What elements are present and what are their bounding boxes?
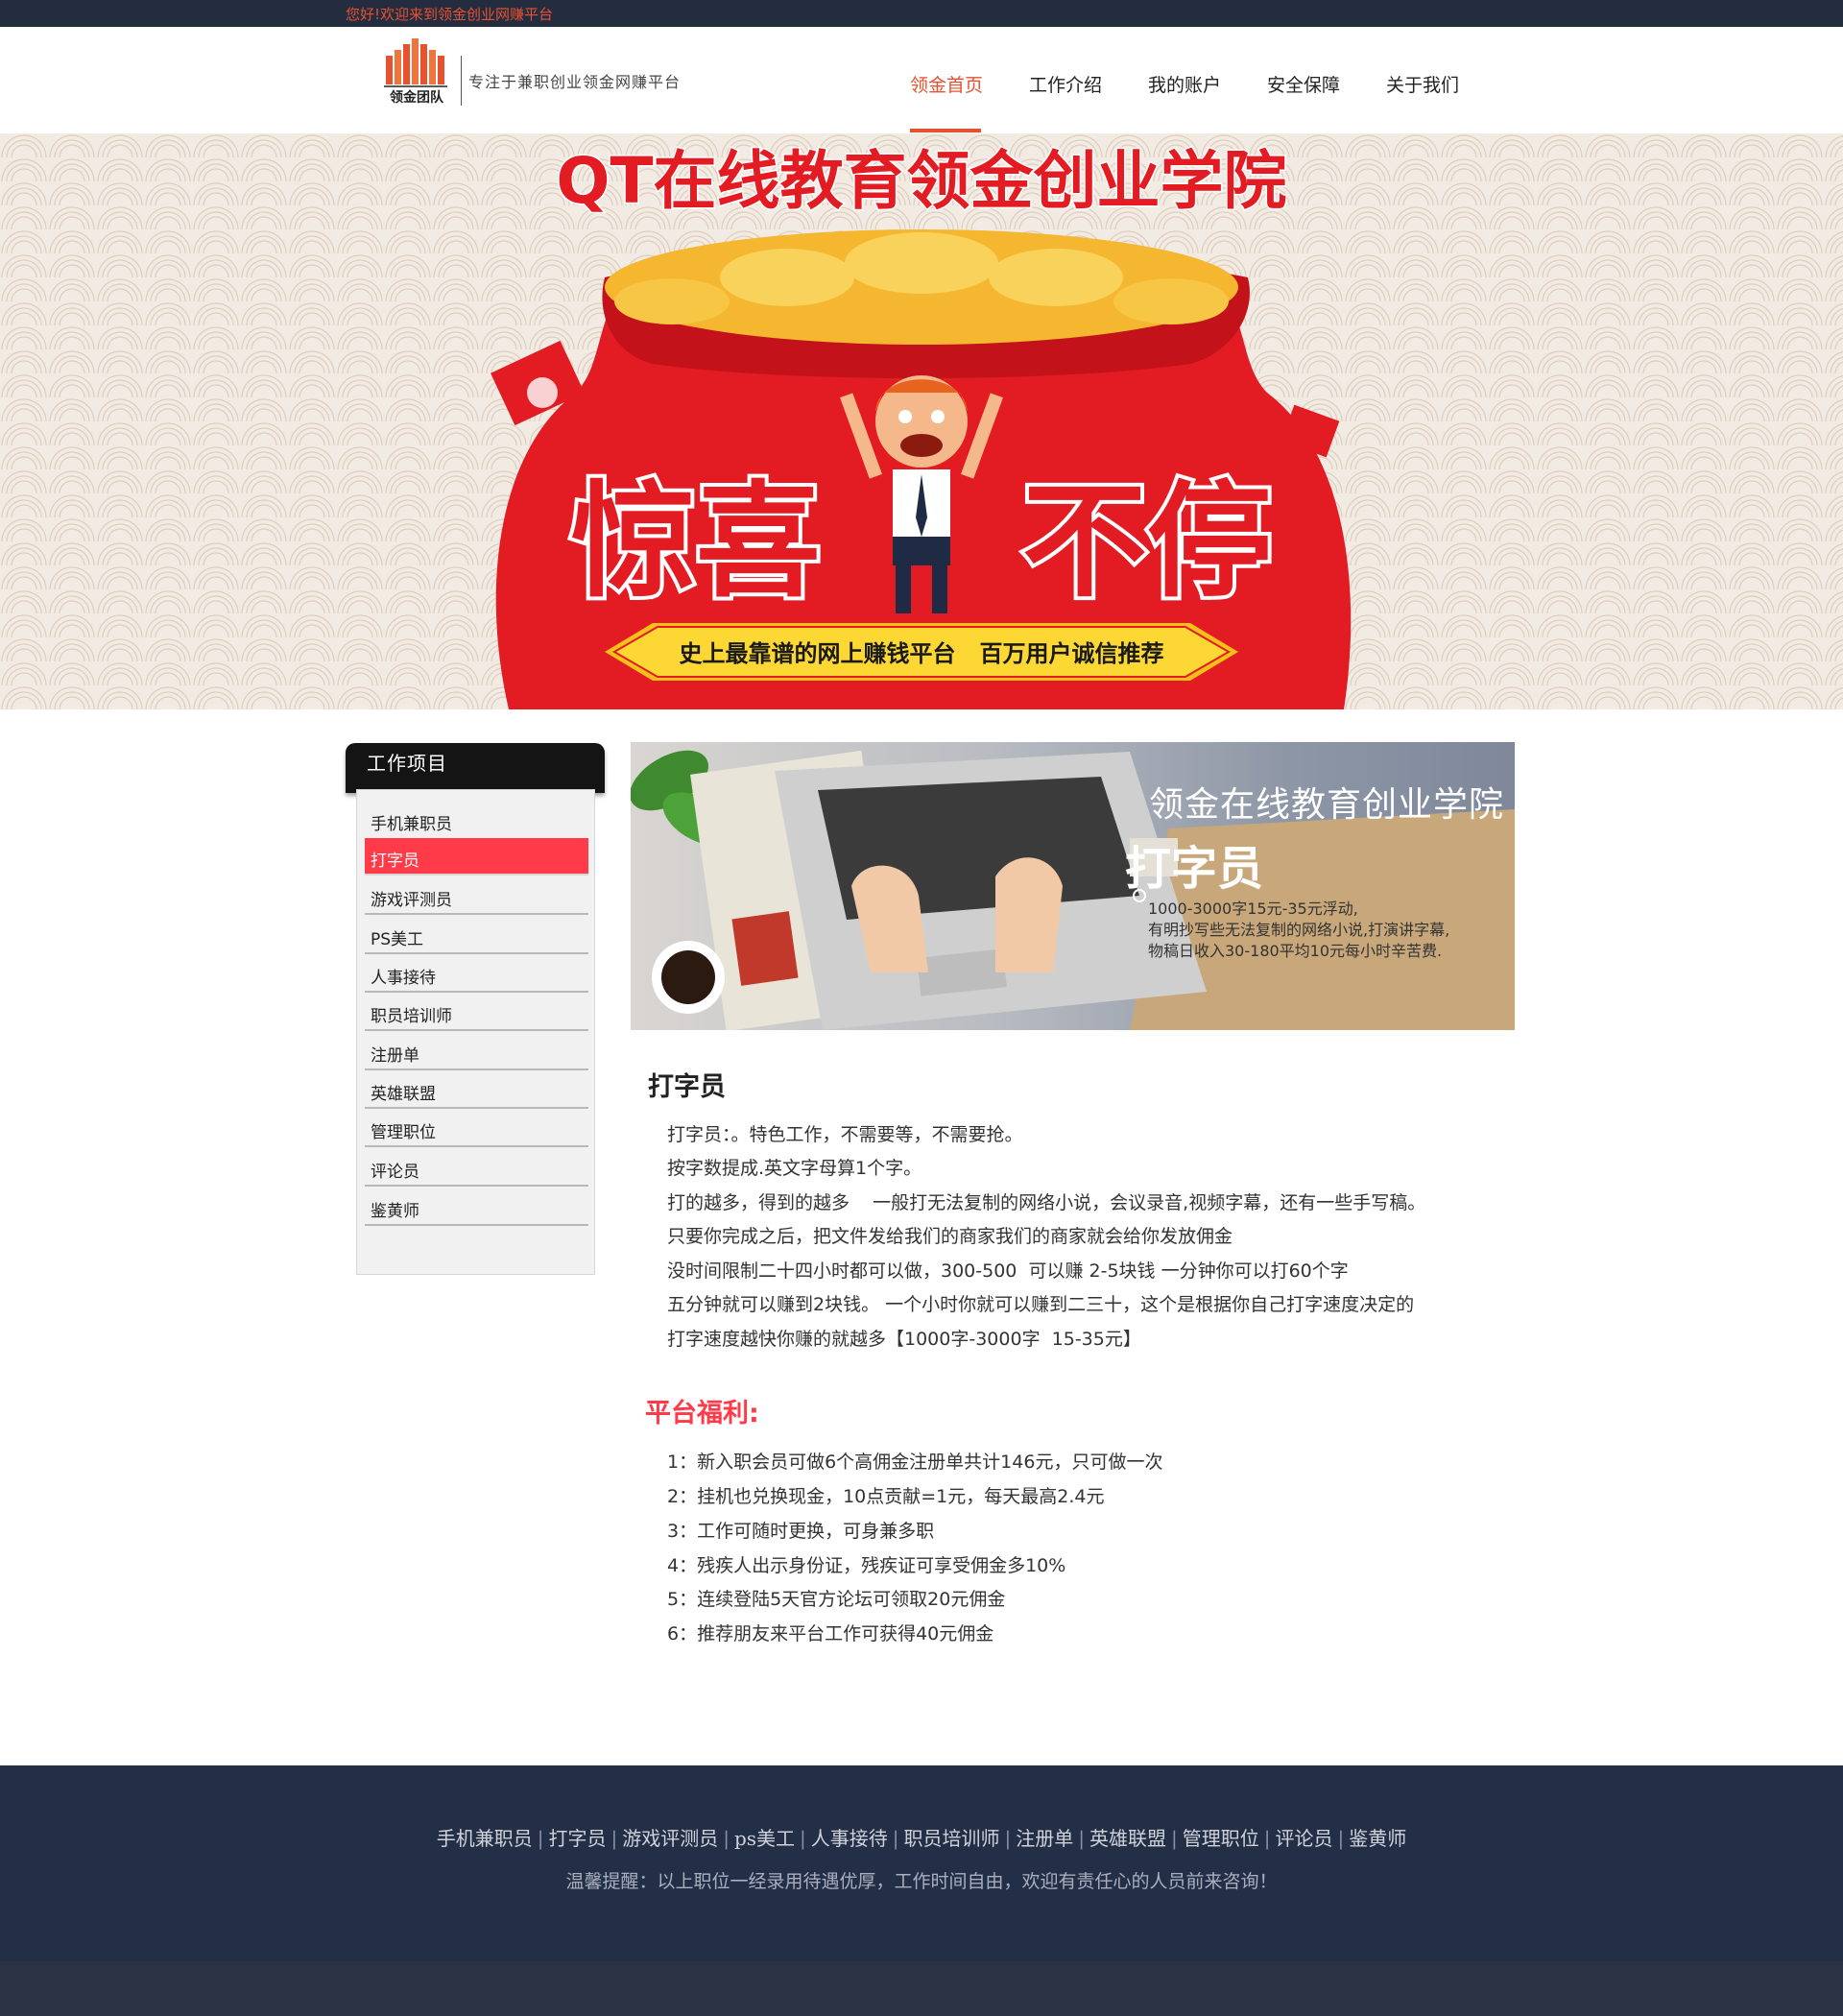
footer-separator: | [1004, 1827, 1012, 1850]
content-title: 打字员 [648, 1072, 726, 1102]
footer-separator: | [1078, 1827, 1086, 1850]
content-paragraph: 打的越多，得到的越多 一般打无法复制的网络小说，会议录音,视频字幕，还有一些手写… [667, 1192, 1426, 1213]
footer-separator: | [892, 1827, 899, 1850]
footer-link[interactable]: 英雄联盟 [1089, 1827, 1166, 1850]
sidebar-item-mobile-parttime[interactable]: 手机兼职员 [365, 800, 588, 837]
footer-bottom-bar [0, 1961, 1843, 2016]
footer-link[interactable]: 评论员 [1276, 1827, 1333, 1850]
footer-link[interactable]: 手机兼职员 [437, 1827, 533, 1850]
sidebar-title: 工作项目 [367, 752, 447, 775]
sidebar-item-commenter[interactable]: 评论员 [365, 1149, 588, 1187]
footer-link[interactable]: 打字员 [548, 1827, 606, 1850]
hero-ribbon: 史上最靠谱的网上赚钱平台 百万用户诚信推荐 [605, 623, 1238, 681]
footer-link[interactable]: 注册单 [1016, 1827, 1073, 1850]
nav-home[interactable]: 领金首页 [910, 71, 983, 97]
nav-active-indicator [910, 129, 981, 132]
benefit-item: 6：推荐朋友来平台工作可获得40元佣金 [667, 1623, 994, 1644]
nav-my-account[interactable]: 我的账户 [1148, 71, 1221, 97]
benefit-title: 平台福利: [645, 1399, 759, 1428]
main-nav: 领金首页 工作介绍 我的账户 安全保障 关于我们 [0, 27, 1843, 133]
footer-separator: | [800, 1827, 806, 1850]
sidebar-item-content-reviewer[interactable]: 鉴黄师 [365, 1188, 588, 1226]
sidebar-menu: 手机兼职员 打字员 游戏评测员 PS美工 人事接待 职员培训师 注册单 英雄联盟… [356, 789, 595, 1275]
content-paragraph: 按字数提成.英文字母算1个字。 [667, 1158, 922, 1179]
benefit-item: 4：残疾人出示身份证，残疾证可享受佣金多10% [667, 1555, 1066, 1576]
footer-separator: | [537, 1827, 544, 1850]
content-paragraph: 没时间限制二十四小时都可以做，300-500 可以赚 2-5块钱 一分钟你可以打… [667, 1260, 1349, 1282]
sidebar-item-game-tester[interactable]: 游戏评测员 [365, 877, 588, 915]
content-paragraph: 只要你完成之后，把文件发给我们的商家我们的商家就会给你发放佣金 [667, 1226, 1233, 1247]
hero-big-left: 惊喜 [571, 468, 821, 614]
sidebar-item-hr-reception[interactable]: 人事接待 [365, 955, 588, 993]
sidebar-item-registration[interactable]: 注册单 [365, 1033, 588, 1070]
site-header: 领金团队 专注于兼职创业领金网赚平台 领金首页 工作介绍 我的账户 安全保障 关… [0, 27, 1843, 133]
nav-about-us[interactable]: 关于我们 [1386, 71, 1459, 97]
footer-separator: | [723, 1827, 730, 1850]
footer-link[interactable]: 鉴黄师 [1349, 1827, 1406, 1850]
footer-link[interactable]: ps美工 [734, 1827, 795, 1850]
coins-icon [605, 229, 1238, 345]
content-paragraph: 打字速度越快你赚的就越多【1000字-3000字 15-35元】 [667, 1329, 1141, 1350]
footer-note: 温馨提醒：以上职位一经录用待遇优厚，工作时间自由，欢迎有责任心的人员前来咨询！ [565, 1871, 1278, 1892]
footer-separator: | [610, 1827, 618, 1850]
hero-illustration: QT在线教育领金创业学院 惊喜 不停 史上最靠谱的网上赚钱平台 百万用户诚信推荐 [491, 143, 1352, 709]
footer-link[interactable]: 人事接待 [811, 1827, 888, 1850]
sidebar-item-typist[interactable]: 打字员 [365, 838, 588, 876]
footer-separator: | [1171, 1827, 1178, 1850]
feature-desc-line: 1000-3000字15元-35元浮动, [1148, 900, 1358, 918]
hero-title: QT在线教育领金创业学院 [556, 144, 1286, 218]
nav-job-intro[interactable]: 工作介绍 [1029, 71, 1102, 97]
nav-security[interactable]: 安全保障 [1267, 71, 1340, 97]
site-footer: 手机兼职员 | 打字员 | 游戏评测员 | ps美工 | 人事接待 | 职员培训师 | 注册单 | 英雄联盟… [0, 1765, 1843, 1961]
feature-title: 领金在线教育创业学院 [1149, 785, 1505, 825]
sidebar-item-lol[interactable]: 英雄联盟 [365, 1071, 588, 1109]
top-bar: 您好!欢迎来到领金创业网赚平台 [0, 0, 1843, 27]
feature-desc-line: 物稿日收入30-180平均10元每小时辛苦费. [1148, 942, 1443, 960]
benefit-item: 2：挂机也兑换现金，10点贡献=1元，每天最高2.4元 [667, 1486, 1105, 1507]
footer-separator: | [1263, 1827, 1271, 1850]
sidebar-header: 工作项目 [346, 743, 605, 793]
footer-link[interactable]: 游戏评测员 [622, 1827, 718, 1850]
hero-banner[interactable]: QT在线教育领金创业学院 惊喜 不停 史上最靠谱的网上赚钱平台 百万用户诚信推荐 [0, 133, 1843, 709]
footer-link[interactable]: 管理职位 [1183, 1827, 1259, 1850]
feature-subtitle: 打字员 [1125, 842, 1264, 896]
feature-desc-line: 有明抄写些无法复制的网络小说,打演讲字幕, [1148, 921, 1450, 939]
content-paragraph: 打字员：。特色工作，不需要等，不需要抢。 [667, 1124, 1023, 1145]
sidebar-item-ps-designer[interactable]: PS美工 [365, 917, 588, 954]
feature-banner: 领金在线教育创业学院 打字员 1000-3000字15元-35元浮动, 有明抄写… [631, 742, 1515, 1030]
benefit-item: 3：工作可随时更换，可身兼多职 [667, 1521, 935, 1542]
footer-links: 手机兼职员 | 打字员 | 游戏评测员 | ps美工 | 人事接待 | 职员培训师 | 注册单 | 英雄联盟… [0, 1823, 1843, 1851]
content-paragraph: 五分钟就可以赚到2块钱。 一个小时你就可以赚到二三十，这个是根据你自己打字速度决… [667, 1294, 1415, 1315]
benefit-item: 1：新入职会员可做6个高佣金注册单共计146元，只可做一次 [667, 1452, 1163, 1473]
footer-link[interactable]: 职员培训师 [904, 1827, 1000, 1850]
footer-separator: | [1337, 1827, 1345, 1850]
sidebar-item-staff-trainer[interactable]: 职员培训师 [365, 994, 588, 1031]
benefit-item: 5：连续登陆5天官方论坛可领取20元佣金 [667, 1589, 1006, 1610]
welcome-text: 您好!欢迎来到领金创业网赚平台 [346, 6, 554, 23]
sidebar-item-management[interactable]: 管理职位 [365, 1110, 588, 1147]
svg-text:史上最靠谱的网上赚钱平台 百万用户诚信推荐: 史上最靠谱的网上赚钱平台 百万用户诚信推荐 [679, 640, 1163, 667]
hero-big-right: 不停 [1022, 468, 1272, 614]
